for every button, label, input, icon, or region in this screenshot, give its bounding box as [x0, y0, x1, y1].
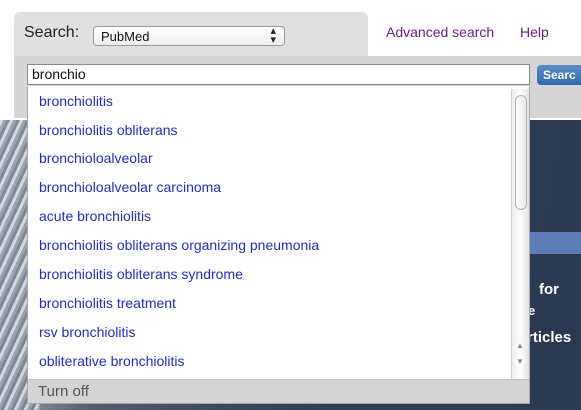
- help-link[interactable]: Help: [520, 24, 549, 40]
- search-button[interactable]: Searc: [537, 65, 581, 85]
- suggestion-scrollbar[interactable]: ▲ ▼: [511, 89, 529, 379]
- suggestion-item[interactable]: bronchiolitis obliterans syndrome: [39, 266, 243, 282]
- database-select-value: PubMed: [101, 29, 150, 44]
- suggestion-item[interactable]: bronchioloalveolar: [39, 150, 153, 166]
- search-input[interactable]: bronchio: [27, 64, 530, 85]
- hero-text-1: for: [539, 281, 559, 298]
- database-select[interactable]: PubMed ▴ ▾: [93, 26, 285, 46]
- hero-text-3: rticles: [527, 329, 572, 346]
- search-label: Search:: [24, 24, 80, 41]
- suggestion-item[interactable]: obliterative bronchiolitis: [39, 353, 185, 369]
- scroll-down-icon[interactable]: ▼: [516, 357, 524, 366]
- suggestion-item[interactable]: bronchioloalveolar carcinoma: [39, 179, 221, 195]
- suggestion-item[interactable]: acute bronchiolitis: [39, 208, 151, 224]
- suggestion-item[interactable]: bronchiolitis: [39, 93, 113, 109]
- advanced-search-link[interactable]: Advanced search: [386, 24, 494, 40]
- turn-off-button[interactable]: Turn off: [28, 379, 529, 403]
- suggestion-item[interactable]: bronchiolitis obliterans organizing pneu…: [39, 237, 319, 253]
- suggestion-item[interactable]: rsv bronchiolitis: [39, 324, 135, 340]
- autocomplete-dropdown: bronchiolitis bronchiolitis obliterans b…: [27, 86, 530, 404]
- scrollbar-thumb[interactable]: [515, 95, 527, 210]
- scroll-up-icon[interactable]: ▲: [516, 341, 524, 350]
- suggestion-item[interactable]: bronchiolitis treatment: [39, 295, 176, 311]
- select-arrows-icon: ▴ ▾: [270, 25, 276, 46]
- suggestion-item[interactable]: bronchiolitis obliterans: [39, 122, 178, 138]
